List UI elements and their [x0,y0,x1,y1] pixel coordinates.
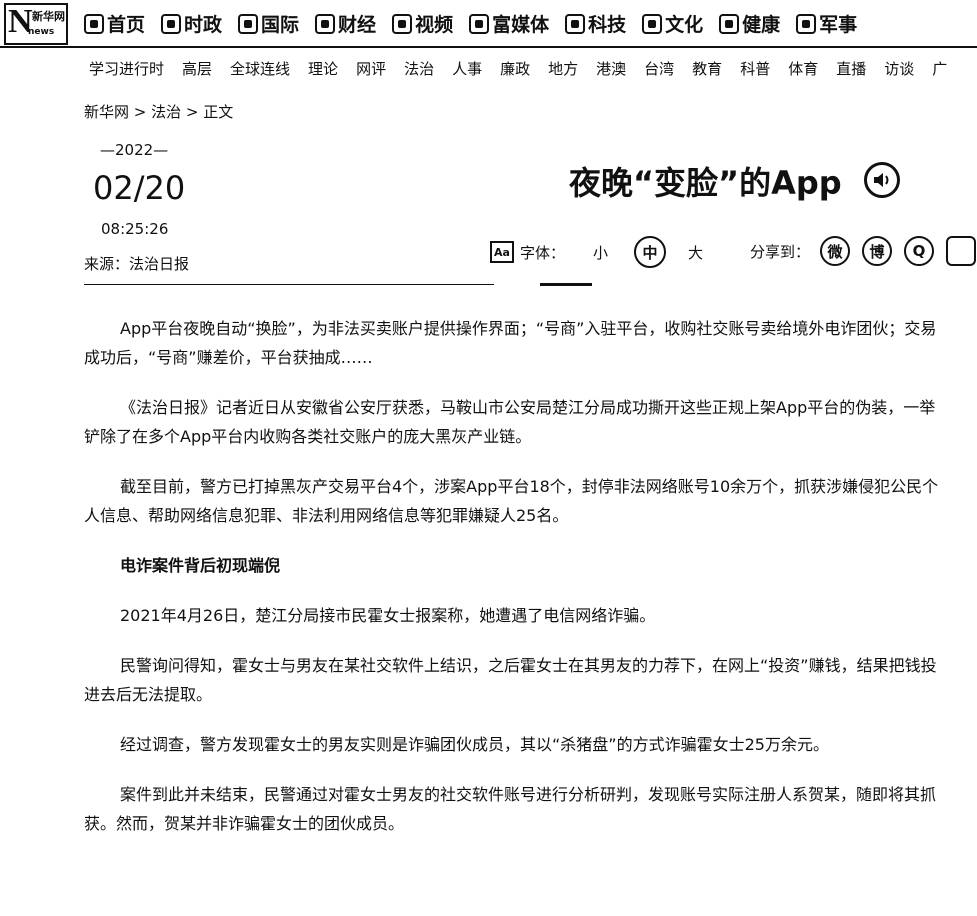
nav-item-label: 富媒体 [492,14,550,36]
military-icon [796,13,817,34]
qzone-icon[interactable]: Q [904,236,935,266]
article-paragraph: 案件到此并未结束，民警通过对霍女士男友的社交软件账号进行分析研判，发现账号实际注… [84,785,937,833]
speaker-icon [874,173,889,187]
font-size-label: 字体： [520,243,566,262]
sub-nav-item[interactable]: 体育 [788,58,818,79]
article-subheading: 电诈案件背后初现端倪 [120,556,281,575]
font-medium-button[interactable]: 中 [634,236,667,268]
culture-icon [642,13,663,34]
sub-nav-item[interactable]: 地方 [548,58,578,79]
nav-item-6[interactable]: 科技 [565,10,626,37]
publish-date: 02/20 [93,169,186,207]
video-icon [392,13,413,34]
breadcrumb-home[interactable]: 新华网 [84,103,129,121]
logo-text: 新华网 [32,10,65,23]
sub-nav-item[interactable]: 访谈 [884,58,914,79]
nav-item-label: 财经 [338,14,377,36]
header-divider [84,284,494,285]
sub-nav-item[interactable]: 广 [932,58,947,79]
audio-play-icon[interactable] [864,162,900,198]
sub-nav-item[interactable]: 高层 [182,58,212,79]
breadcrumb: 新华网 > 法治 > 正文 [84,101,233,122]
publish-time: 08:25:26 [101,220,169,238]
publish-year: —2022— [100,141,169,159]
share-tools: 分享到： 微博Q [750,236,977,266]
main-nav: 首页 时政 国际 财经 视频 富媒体 科技 文化 健康 军事 [84,10,873,37]
nav-item-label: 首页 [107,14,146,36]
nav-item-5[interactable]: 富媒体 [469,10,549,37]
font-size-tools: Aa 字体： 小 中 大 [490,236,703,268]
nav-item-label: 文化 [665,14,704,36]
nav-item-label: 国际 [261,14,300,36]
breadcrumb-separator: > [129,103,152,121]
sub-nav-item[interactable]: 港澳 [596,58,626,79]
nav-item-label: 健康 [742,14,781,36]
sub-nav-item[interactable]: 法治 [404,58,434,79]
font-large-button[interactable]: 大 [688,242,703,263]
header-divider-accent [540,283,592,286]
sub-nav-item[interactable]: 教育 [692,58,722,79]
top-navigation-bar: N 新华网 news 首页 时政 国际 财经 视频 富媒体 科技 文化 健康 军事 [0,0,977,48]
logo-subtext: news [28,27,55,37]
mobile-icon[interactable] [946,236,977,266]
science-icon [565,13,586,34]
chart-icon [315,13,336,34]
globe-icon [238,13,259,34]
nav-item-label: 科技 [588,14,627,36]
article-paragraph: App平台夜晚自动“换脸”，为非法买卖账户提供操作界面；“号商”入驻平台，收购社… [84,319,937,367]
nav-item-1[interactable]: 时政 [161,10,222,37]
nav-item-label: 军事 [819,14,858,36]
article-source: 来源：法治日报 [84,255,190,273]
breadcrumb-separator: > [181,103,204,121]
nav-item-3[interactable]: 财经 [315,10,376,37]
sub-nav: 学习进行时 高层 全球连线 理论 网评 法治 人事 廉政 地方 港澳 台湾 教育 科普 体育 直播 访谈广 [89,58,965,79]
nav-item-0[interactable]: 首页 [84,10,145,37]
xinhuanet-logo[interactable]: N 新华网 news [4,3,68,45]
sub-nav-item[interactable]: 直播 [836,58,866,79]
article-paragraph: 民警询问得知，霍女士与男友在某社交软件上结识，之后霍女士在其男友的力荐下，在网上… [84,656,937,704]
home-icon [84,13,104,34]
politics-icon [161,13,182,34]
article-body: App平台夜晚自动“换脸”，为非法买卖账户提供操作界面；“号商”入驻平台，收购社… [84,314,950,859]
weibo-icon[interactable]: 博 [862,236,893,266]
sub-nav-item[interactable]: 网评 [356,58,386,79]
article-paragraph: 2021年4月26日，楚江分局接市民霍女士报案称，她遭遇了电信网络诈骗。 [120,606,656,625]
breadcrumb-section[interactable]: 法治 [151,103,181,121]
sub-nav-item[interactable]: 人事 [452,58,482,79]
nav-item-label: 时政 [184,14,223,36]
font-small-button[interactable]: 小 [593,242,608,263]
sub-nav-item[interactable]: 理论 [308,58,338,79]
nav-item-4[interactable]: 视频 [392,10,453,37]
sub-nav-item[interactable]: 台湾 [644,58,674,79]
share-label: 分享到： [750,242,811,261]
article-paragraph: 《法治日报》记者近日从安徽省公安厅获悉，马鞍山市公安局楚江分局成功撕开这些正规上… [84,398,936,446]
sub-nav-item[interactable]: 科普 [740,58,770,79]
sub-nav-item[interactable]: 学习进行时 [89,58,164,79]
article-paragraph: 截至目前，警方已打掉黑灰产交易平台4个，涉案App平台18个，封停非法网络账号1… [84,477,939,525]
nav-item-9[interactable]: 军事 [796,10,857,37]
article-title: 夜晚“变脸”的App [569,164,842,202]
nav-item-label: 视频 [415,14,454,36]
sub-nav-item[interactable]: 全球连线 [230,58,290,79]
nav-item-7[interactable]: 文化 [642,10,703,37]
sub-nav-item[interactable]: 廉政 [500,58,530,79]
nav-item-2[interactable]: 国际 [238,10,299,37]
nav-item-8[interactable]: 健康 [719,10,780,37]
wechat-icon[interactable]: 微 [820,236,851,266]
breadcrumb-current: 正文 [203,103,234,121]
media-icon [469,13,490,34]
font-size-icon: Aa [490,241,514,263]
article-paragraph: 经过调查，警方发现霍女士的男友实则是诈骗团伙成员，其以“杀猪盘”的方式诈骗霍女士… [120,735,829,754]
health-icon [719,13,740,34]
